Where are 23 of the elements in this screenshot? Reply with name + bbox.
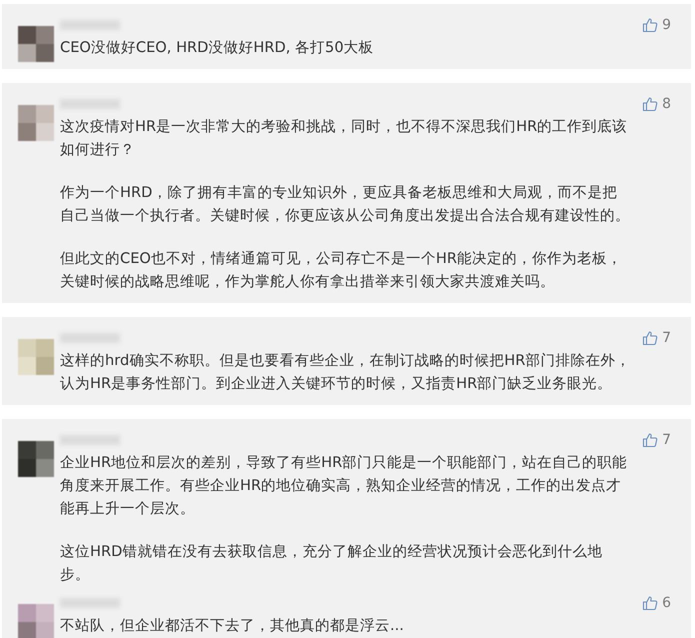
comment-text: 这次疫情对HR是一次非常大的考验和挑战，同时，也不得不深思我们HR的工作到底该如何进行？ — [60, 117, 628, 160]
like-button[interactable]: 7 — [642, 330, 671, 346]
like-button[interactable]: 7 — [642, 432, 671, 448]
avatar — [18, 26, 54, 62]
comment-text: 但此文的CEO也不对，情绪通篇可见，公司存亡不是一个HR能决定的，你作为老板，关键时候的战略思维呢，作为掌舵人你有拿出措举来引领大家共渡难关吗。 — [60, 249, 624, 292]
avatar — [18, 105, 54, 141]
avatar — [18, 339, 54, 375]
thumbs-up-icon — [642, 432, 658, 448]
comment-text: 不站队，但企业都活不下去了，其他真的都是浮云... — [60, 616, 405, 636]
like-button[interactable]: 9 — [642, 17, 671, 33]
like-button[interactable]: 6 — [642, 595, 671, 611]
like-button[interactable]: 8 — [642, 96, 671, 112]
comment-text: CEO没做好CEO, HRD没做好HRD, 各打50大板 — [60, 38, 375, 58]
comment-text: 这位HRD错就错在没有去获取信息，充分了解企业的经营状况预计会恶化到什么地步。 — [60, 542, 604, 585]
comment-text: 作为一个HRD，除了拥有丰富的专业知识外，更应具备老板思维和大局观，而不是把自己当做一个执行者。关键时候，你更应该从公司角度出发提出合法合规有建设性的。 — [60, 183, 631, 226]
thumbs-up-icon — [642, 595, 658, 611]
thumbs-up-icon — [642, 96, 658, 112]
thumbs-up-icon — [642, 17, 658, 33]
comment-text: 这样的hrd确实不称职。但是也要看有些企业，在制订战略的时候把HR部门排除在外，认为HR是事务性部门。到企业进入关键环节的时候，又指责HR部门缺乏业务眼光。 — [60, 351, 631, 394]
comment-text: 企业HR地位和层次的差别，导致了有些HR部门只能是一个职能部门，站在自己的职能角度来开展工作。有些企业HR的地位确实高，熟知企业经营的情况，工作的出发点才能再上升一个层次。 — [60, 453, 628, 519]
thumbs-up-icon — [642, 330, 658, 346]
avatar — [18, 441, 54, 477]
avatar — [18, 604, 54, 638]
